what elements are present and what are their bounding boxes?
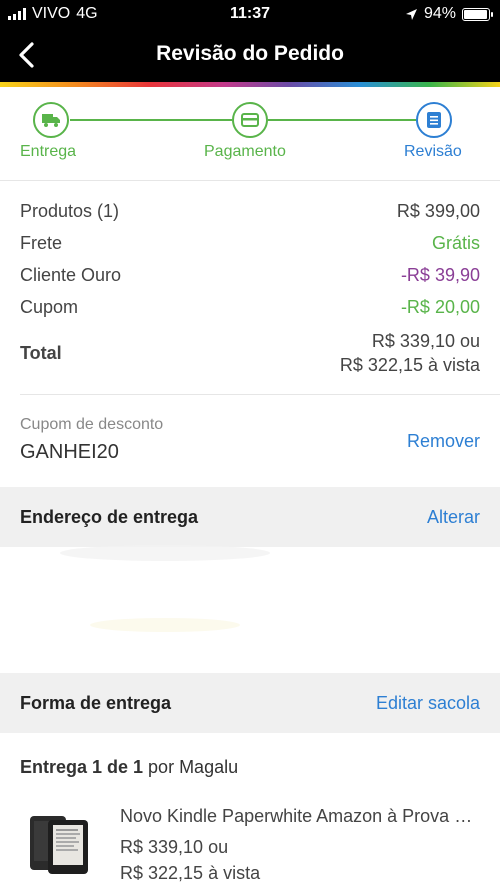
card-icon	[241, 113, 259, 127]
products-label: Produtos (1)	[20, 201, 120, 221]
gold-label: Cliente Ouro	[20, 265, 122, 285]
redacted-address-smudge	[90, 618, 240, 632]
coupon-code: GANHEI20	[20, 441, 119, 463]
truck-icon	[42, 114, 60, 127]
shipping-label: Frete	[20, 233, 63, 253]
edit-cart-button[interactable]: Editar sacola	[376, 693, 480, 714]
step-connector	[70, 119, 232, 121]
change-address-button[interactable]: Alterar	[427, 507, 480, 528]
total-value: R$ 339,10 ou R$ 322,15 à vista	[340, 329, 480, 377]
summary-row-gold: Cliente Ouro -R$ 39,90	[20, 265, 480, 286]
shipping-value: Grátis	[431, 233, 480, 253]
redacted-address-smudge	[60, 545, 270, 561]
remove-coupon-button[interactable]: Remover	[407, 431, 480, 452]
summary-row-coupon: Cupom -R$ 20,00	[20, 297, 480, 318]
status-right: 94%	[405, 5, 493, 23]
gold-discount-value: -R$ 39,90	[400, 265, 480, 285]
step-connector	[268, 119, 416, 121]
step-pagamento[interactable]	[232, 102, 268, 138]
coupon-field-label: Cupom de desconto	[20, 416, 164, 433]
address-content	[0, 547, 500, 673]
total-label: Total	[20, 342, 62, 363]
product-price-installment: R$ 339,10 ou	[120, 837, 229, 857]
shipment-info: Entrega 1 de 1 por Magalu	[20, 757, 238, 778]
checkout-stepper: Entrega Pagamento Revisão	[0, 87, 500, 180]
product-price-cash: R$ 322,15 à vista	[120, 863, 261, 883]
step-label-pagamento: Pagamento	[204, 143, 286, 160]
coupon-discount-value: -R$ 20,00	[400, 297, 480, 317]
address-title: Endereço de entrega	[20, 507, 199, 527]
shipment-count: Entrega 1 de 1	[20, 757, 144, 777]
delivery-title: Forma de entrega	[20, 693, 172, 713]
step-label-entrega: Entrega	[20, 143, 77, 160]
step-entrega[interactable]	[33, 102, 69, 138]
product-image	[28, 812, 92, 874]
order-summary	[0, 180, 500, 181]
location-arrow-icon	[405, 8, 417, 20]
address-section-header: Endereço de entrega Alterar	[0, 487, 500, 547]
nav-bar: Revisão do Pedido	[0, 28, 500, 82]
products-value: R$ 399,00	[396, 201, 480, 221]
battery-percent: 94%	[423, 5, 456, 22]
shipment-seller: por Magalu	[143, 757, 239, 777]
summary-row-total: Total R$ 339,10 ou R$ 322,15 à vista	[20, 328, 480, 378]
status-bar: VIVO 4G 11:37 94%	[0, 0, 500, 28]
divider	[20, 394, 500, 395]
summary-row-shipping: Frete Grátis	[20, 233, 480, 254]
total-value-cash: R$ 322,15 à vista	[339, 355, 480, 375]
coupon-row-label: Cupom	[20, 297, 79, 317]
document-icon	[427, 112, 441, 128]
step-label-revisao: Revisão	[404, 143, 462, 160]
delivery-section-header: Forma de entrega Editar sacola	[0, 673, 500, 733]
summary-row-products: Produtos (1) R$ 399,00	[20, 201, 480, 222]
product-price: R$ 339,10 ou R$ 322,15 à vista	[120, 834, 260, 886]
product-name[interactable]: Novo Kindle Paperwhite Amazon à Prova D'…	[120, 806, 480, 827]
step-revisao[interactable]	[416, 102, 452, 138]
page-title: Revisão do Pedido	[156, 42, 344, 65]
total-value-installment: R$ 339,10 ou	[371, 331, 480, 351]
battery-icon	[462, 7, 493, 21]
